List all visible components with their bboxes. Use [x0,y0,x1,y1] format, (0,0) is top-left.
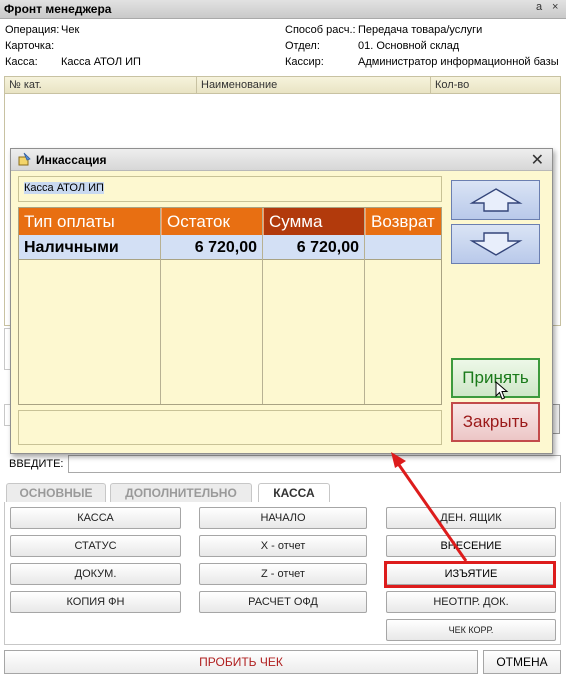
tab-main[interactable]: ОСНОВНЫЕ [6,483,106,502]
dialog-close-icon[interactable]: ✕ [531,150,544,170]
scroll-down-button[interactable] [451,224,540,264]
cash-collection-icon [18,152,32,166]
dialog-title: Инкассация [36,153,107,167]
cell-balance: 6 720,00 [194,239,257,256]
paymethod-label: Способ расч.: [285,24,356,36]
dialog-titlebar: Инкассация ✕ [11,149,552,171]
tab-additional[interactable]: ДОПОЛНИТЕЛЬНО [110,483,252,502]
card-label: Карточка: [5,40,55,52]
mouse-cursor-icon [495,381,509,400]
column-header-balance[interactable]: Остаток [161,208,262,235]
close-icon[interactable]: × [552,1,558,13]
table-row[interactable]: Наличными 6 720,00 6 720,00 [19,235,441,260]
operation-label: Операция: [5,24,60,36]
column-header-payment-type[interactable]: Тип оплаты [19,208,160,235]
collection-dialog: Инкассация ✕ Касса АТОЛ ИП Тип оплаты Ос… [10,148,553,454]
arrow-down-icon [469,232,523,256]
payments-table[interactable]: Тип оплаты Остаток Сумма Возврат Наличны… [18,207,442,405]
column-divider [160,208,161,404]
column-header-refund[interactable]: Возврат [365,208,441,235]
operation-value: Чек [61,24,80,36]
z-report-button[interactable]: Z - отчет [199,563,367,585]
dialog-bottom-field[interactable] [18,410,442,445]
cell-payment-type: Наличными [24,239,119,256]
pin-icon[interactable]: a [536,1,542,13]
column-header-catalog[interactable]: № кат. [9,79,42,91]
arrow-up-icon [469,188,523,212]
column-header-amount[interactable]: Сумма [263,208,364,235]
paymethod-value: Передача товара/услуги [358,24,483,36]
cell-amount: 6 720,00 [296,239,359,256]
scroll-up-button[interactable] [451,180,540,220]
window-titlebar: Фронт менеджера a × [0,0,566,19]
column-divider [364,208,365,404]
correction-check-button[interactable]: ЧЕК КОРР. [386,619,556,641]
cashier-label: Кассир: [285,56,324,68]
documents-button[interactable]: ДОКУМ. [10,563,181,585]
x-report-button[interactable]: X - отчет [199,535,367,557]
window-title: Фронт менеджера [4,2,112,16]
fn-copy-button[interactable]: КОПИЯ ФН [10,591,181,613]
cash-drawer-button[interactable]: ДЕН. ЯЩИК [386,507,556,529]
column-header-name[interactable]: Наименование [201,79,277,91]
main-table-header: № кат. Наименование Кол-во [4,76,561,94]
highlight-box [384,561,556,588]
column-header-qty[interactable]: Кол-во [435,79,469,91]
department-label: Отдел: [285,40,320,52]
close-button[interactable]: Закрыть [451,402,540,442]
department-value: 01. Основной склад [358,40,460,52]
register-value: Касса АТОЛ ИП [61,56,141,68]
unsent-docs-button[interactable]: НЕОТПР. ДОК. [386,591,556,613]
dialog-register-field[interactable]: Касса АТОЛ ИП [18,176,442,202]
print-check-button[interactable]: ПРОБИТЬ ЧЕК [4,650,478,674]
cancel-button[interactable]: ОТМЕНА [483,650,561,674]
cashier-value: Администратор информационной базы [358,56,559,68]
register-label: Касса: [5,56,38,68]
dialog-register-value: Касса АТОЛ ИП [24,182,104,194]
deposit-button[interactable]: ВНЕСЕНИЕ [386,535,556,557]
tab-register[interactable]: КАССА [258,483,330,503]
entry-input[interactable] [68,455,561,473]
ofd-calc-button[interactable]: РАСЧЕТ ОФД [199,591,367,613]
register-button[interactable]: КАССА [10,507,181,529]
start-button[interactable]: НАЧАЛО [199,507,367,529]
entry-label: ВВЕДИТЕ: [9,458,64,470]
column-divider [262,208,263,404]
status-button[interactable]: СТАТУС [10,535,181,557]
